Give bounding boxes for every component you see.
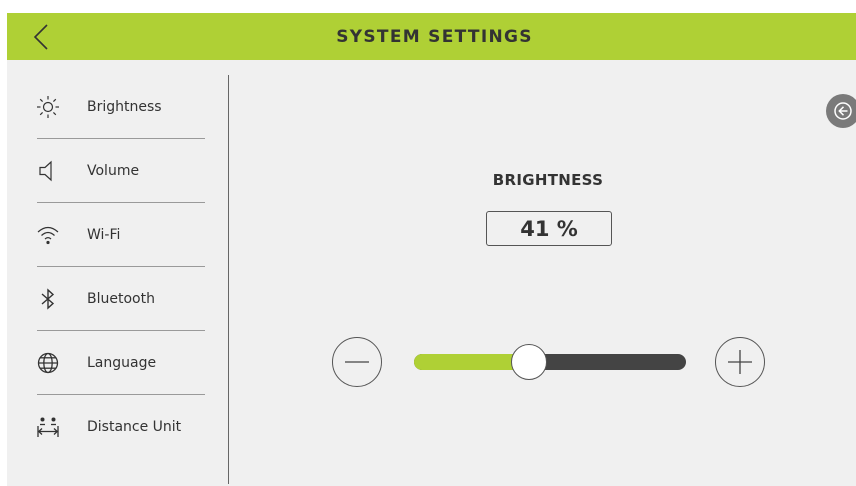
page-title: SYSTEM SETTINGS (336, 26, 533, 47)
minus-icon (345, 361, 369, 363)
sidebar-item-label: Distance Unit (87, 418, 182, 435)
back-button[interactable] (23, 19, 59, 55)
sidebar-item-volume[interactable]: Volume (21, 139, 205, 202)
section-title: BRIGHTNESS (492, 171, 604, 189)
plus-icon (728, 350, 752, 374)
settings-sidebar: Brightness Volume Wi-Fi Bluetooth Langua… (7, 75, 229, 486)
wifi-icon (21, 223, 67, 247)
collapse-panel-button[interactable] (826, 94, 856, 128)
sidebar-item-distance-unit[interactable]: Distance Unit (21, 395, 205, 458)
sun-icon (21, 95, 67, 119)
arrow-left-circle-icon (834, 102, 852, 120)
header-bar: SYSTEM SETTINGS (7, 13, 856, 60)
sidebar-item-label: Wi-Fi (87, 226, 121, 243)
decrease-button[interactable] (332, 337, 382, 387)
speaker-icon (21, 159, 67, 183)
brightness-slider-track[interactable] (414, 354, 686, 370)
sidebar-item-label: Language (87, 354, 157, 371)
sidebar-item-wifi[interactable]: Wi-Fi (21, 203, 205, 266)
sidebar-item-label: Bluetooth (87, 290, 155, 307)
sidebar-divider (228, 75, 229, 484)
sidebar-item-label: Brightness (87, 98, 162, 115)
sidebar-item-brightness[interactable]: Brightness (21, 75, 205, 138)
distance-unit-icon (21, 415, 67, 439)
sidebar-item-label: Volume (87, 162, 140, 179)
brightness-slider-thumb[interactable] (510, 344, 547, 380)
globe-icon (21, 351, 67, 375)
bluetooth-icon (21, 287, 67, 311)
brightness-value: 41 % (486, 211, 612, 246)
increase-button[interactable] (715, 337, 765, 387)
sidebar-item-bluetooth[interactable]: Bluetooth (21, 267, 205, 330)
chevron-left-icon (33, 24, 48, 50)
settings-screen: SYSTEM SETTINGS Brightness Volume Wi-Fi … (7, 13, 856, 486)
sidebar-item-language[interactable]: Language (21, 331, 205, 394)
